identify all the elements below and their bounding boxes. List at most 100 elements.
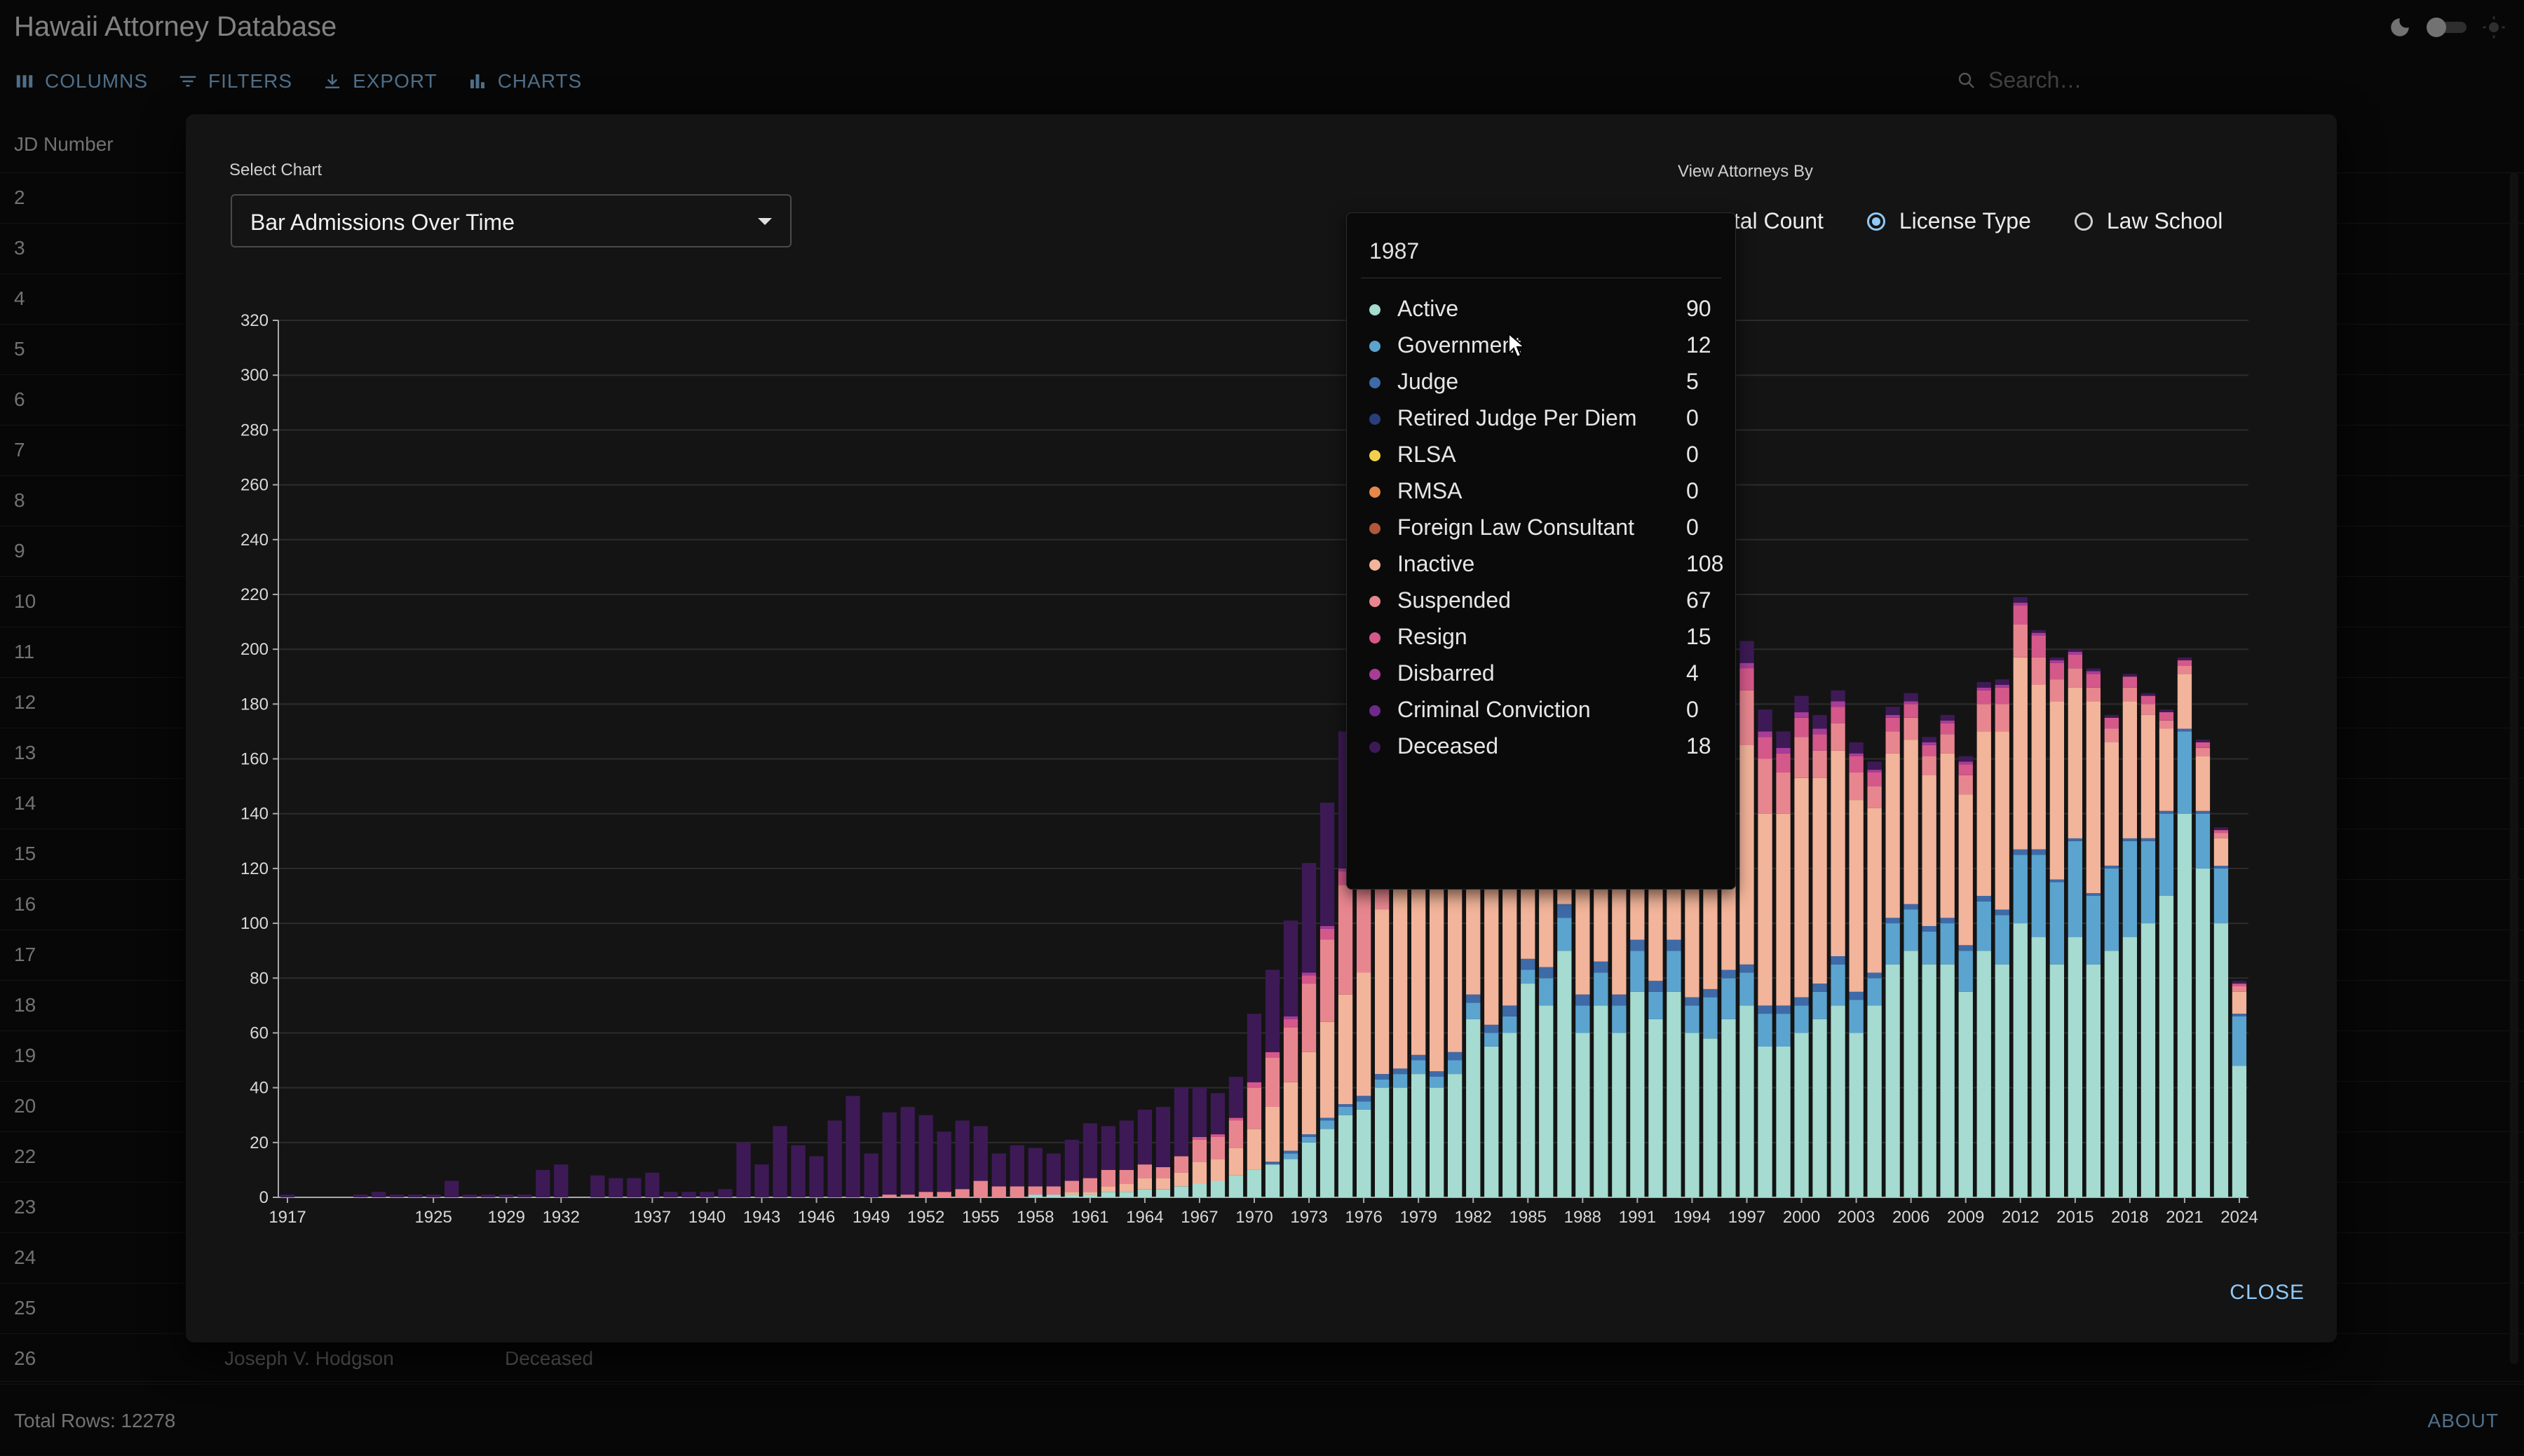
bar-segment-active[interactable] bbox=[1995, 964, 2009, 1197]
bar-segment-suspended[interactable] bbox=[2049, 679, 2064, 702]
bar-segment-disbarred[interactable] bbox=[1849, 753, 1864, 756]
bar-segment-resign[interactable] bbox=[2068, 654, 2082, 669]
bar-segment-government[interactable] bbox=[1411, 1060, 1426, 1075]
bar-segment-suspended[interactable] bbox=[882, 1195, 897, 1197]
bar-segment-government[interactable] bbox=[2159, 813, 2174, 896]
bar-segment-active[interactable] bbox=[1685, 1033, 1699, 1197]
bar-segment-deceased[interactable] bbox=[536, 1169, 550, 1197]
bar-segment-resign[interactable] bbox=[1958, 764, 1973, 775]
bar-segment-disbarred[interactable] bbox=[1904, 701, 1918, 705]
bar-segment-deceased[interactable] bbox=[718, 1189, 733, 1197]
bar-segment-active[interactable] bbox=[1064, 1195, 1079, 1197]
bar-segment-judge[interactable] bbox=[2013, 849, 2028, 855]
bar-segment-resign[interactable] bbox=[2177, 660, 2192, 666]
bar-segment-disbarred[interactable] bbox=[2031, 632, 2046, 636]
bar-segment-active[interactable] bbox=[1338, 1115, 1353, 1197]
bar-segment-inactive[interactable] bbox=[1776, 813, 1791, 1006]
bar-segment-active[interactable] bbox=[1375, 1087, 1390, 1197]
bar-segment-suspended[interactable] bbox=[1849, 773, 1864, 801]
bar-segment-disbarred[interactable] bbox=[1995, 684, 2009, 688]
bar-segment-active[interactable] bbox=[1630, 991, 1645, 1197]
bar-segment-deceased[interactable] bbox=[408, 1195, 423, 1197]
bar-segment-judge[interactable] bbox=[1411, 1054, 1426, 1061]
bar-segment-active[interactable] bbox=[1594, 1005, 1608, 1197]
bar-segment-active[interactable] bbox=[1521, 984, 1535, 1197]
bar-segment-deceased[interactable] bbox=[937, 1131, 951, 1192]
bar-segment-inactive[interactable] bbox=[1155, 1178, 1171, 1190]
bar-segment-disbarred[interactable] bbox=[1812, 728, 1827, 735]
bar-segment-judge[interactable] bbox=[2213, 866, 2229, 869]
bar-segment-inactive[interactable] bbox=[1247, 1129, 1262, 1170]
bar-segment-deceased[interactable] bbox=[353, 1195, 368, 1197]
bar-segment-disbarred[interactable] bbox=[1940, 720, 1955, 723]
bar-segment-government[interactable] bbox=[1612, 1005, 1627, 1033]
bar-segment-government[interactable] bbox=[1995, 915, 2009, 965]
bar-segment-active[interactable] bbox=[1155, 1189, 1171, 1197]
bar-segment-inactive[interactable] bbox=[2177, 674, 2192, 729]
bar-segment-judge[interactable] bbox=[1630, 939, 1645, 951]
bar-segment-government[interactable] bbox=[1502, 1016, 1517, 1033]
bar-segment-suspended[interactable] bbox=[1265, 1057, 1280, 1107]
bar-segment-suspended[interactable] bbox=[937, 1192, 951, 1197]
bar-segment-deceased[interactable] bbox=[2068, 649, 2082, 652]
bar-segment-judge[interactable] bbox=[1667, 939, 1681, 951]
bar-segment-resign[interactable] bbox=[1867, 773, 1882, 787]
bar-segment-judge[interactable] bbox=[1301, 1134, 1317, 1137]
bar-segment-suspended[interactable] bbox=[1867, 786, 1882, 808]
bar-segment-judge[interactable] bbox=[1831, 956, 1845, 965]
bar-segment-deceased[interactable] bbox=[554, 1164, 569, 1197]
bar-segment-deceased[interactable] bbox=[1155, 1107, 1171, 1167]
bar-segment-active[interactable] bbox=[2086, 964, 2101, 1197]
bar-segment-government[interactable] bbox=[1776, 1014, 1791, 1047]
bar-segment-judge[interactable] bbox=[1448, 1052, 1463, 1061]
bar-segment-judge[interactable] bbox=[2140, 838, 2156, 841]
bar-segment-resign[interactable] bbox=[2122, 676, 2137, 688]
bar-segment-resign[interactable] bbox=[1831, 707, 1845, 723]
bar-segment-inactive[interactable] bbox=[1940, 753, 1955, 918]
bar-segment-active[interactable] bbox=[2177, 813, 2192, 1197]
bar-segment-government[interactable] bbox=[2049, 882, 2064, 965]
bar-segment-deceased[interactable] bbox=[1904, 693, 1918, 702]
bar-segment-active[interactable] bbox=[2049, 964, 2064, 1197]
bar-segment-government[interactable] bbox=[2013, 855, 2028, 923]
bar-segment-suspended[interactable] bbox=[2195, 747, 2211, 756]
bar-segment-government[interactable] bbox=[1319, 1120, 1335, 1129]
bar-segment-active[interactable] bbox=[1849, 1033, 1864, 1197]
bar-segment-disbarred[interactable] bbox=[1885, 714, 1900, 718]
bar-segment-disbarred[interactable] bbox=[1976, 687, 1991, 690]
bar-segment-resign[interactable] bbox=[2140, 695, 2156, 705]
bar-segment-judge[interactable] bbox=[1484, 1024, 1499, 1033]
bar-segment-deceased[interactable] bbox=[499, 1195, 514, 1197]
bar-segment-resign[interactable] bbox=[2159, 712, 2174, 721]
bar-segment-government[interactable] bbox=[2213, 868, 2229, 924]
bar-segment-deceased[interactable] bbox=[1247, 1014, 1262, 1082]
bar-segment-active[interactable] bbox=[1976, 951, 1991, 1197]
bar-segment-disbarred[interactable] bbox=[1958, 761, 1973, 765]
bar-segment-resign[interactable] bbox=[1976, 690, 1991, 705]
bar-segment-active[interactable] bbox=[1228, 1175, 1244, 1197]
bar-segment-deceased[interactable] bbox=[1319, 803, 1335, 926]
bar-segment-inactive[interactable] bbox=[2031, 684, 2046, 850]
bar-segment-judge[interactable] bbox=[1922, 926, 1936, 932]
bar-segment-judge[interactable] bbox=[2177, 728, 2192, 732]
bar-segment-judge[interactable] bbox=[1338, 1104, 1353, 1107]
bar-segment-inactive[interactable] bbox=[1083, 1192, 1097, 1195]
bar-segment-deceased[interactable] bbox=[1794, 695, 1809, 713]
bar-segment-government[interactable] bbox=[2195, 813, 2211, 869]
bar-segment-deceased[interactable] bbox=[609, 1178, 623, 1197]
bar-segment-judge[interactable] bbox=[2086, 893, 2101, 896]
bar-segment-judge[interactable] bbox=[2159, 810, 2174, 814]
bar-segment-active[interactable] bbox=[2232, 1066, 2247, 1197]
bar-segment-suspended[interactable] bbox=[900, 1195, 915, 1197]
bar-segment-inactive[interactable] bbox=[1976, 731, 1991, 896]
bar-segment-government[interactable] bbox=[1648, 991, 1663, 1019]
bar-segment-deceased[interactable] bbox=[773, 1126, 787, 1197]
bar-segment-suspended[interactable] bbox=[1776, 773, 1791, 814]
bar-segment-government[interactable] bbox=[1904, 909, 1918, 951]
bar-segment-deceased[interactable] bbox=[426, 1195, 441, 1197]
bar-segment-resign[interactable] bbox=[1265, 1052, 1280, 1058]
bar-segment-government[interactable] bbox=[1976, 901, 1991, 951]
bar-segment-active[interactable] bbox=[1028, 1195, 1043, 1197]
bar-segment-inactive[interactable] bbox=[1739, 745, 1754, 965]
bar-segment-inactive[interactable] bbox=[2013, 657, 2028, 850]
